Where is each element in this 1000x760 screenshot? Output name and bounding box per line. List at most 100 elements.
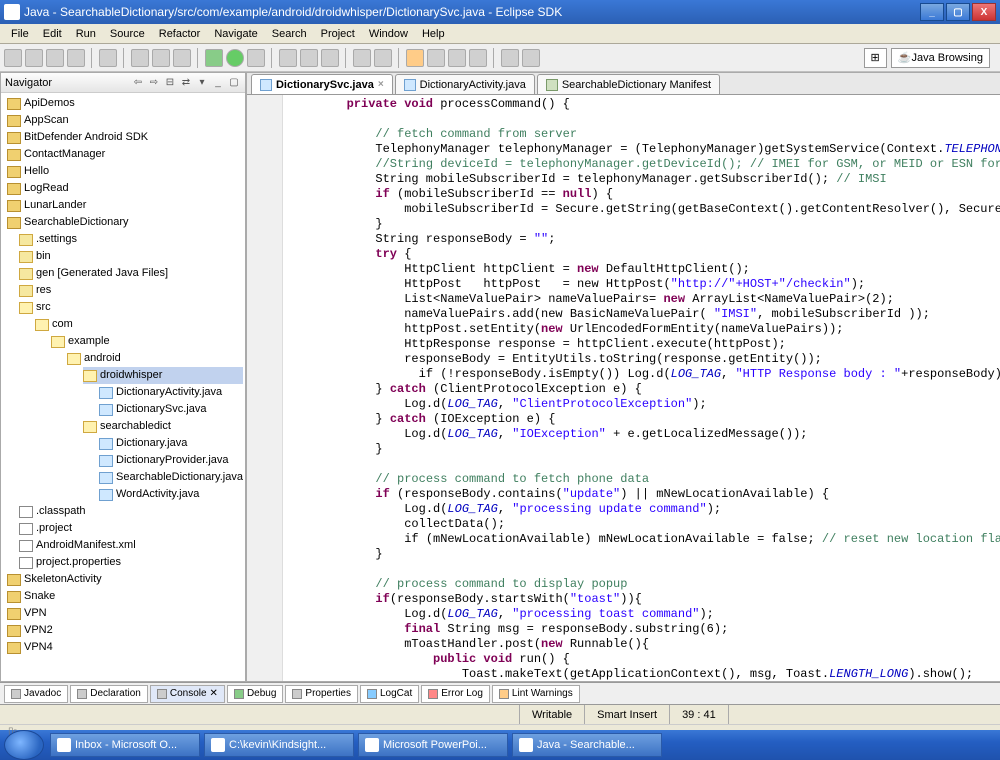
- fwd-history-icon[interactable]: ⇨: [147, 76, 161, 90]
- back-icon[interactable]: [501, 49, 519, 67]
- debug-icon[interactable]: [205, 49, 223, 67]
- menu-search[interactable]: Search: [265, 26, 314, 42]
- java-file[interactable]: DictionarySvc.java: [116, 402, 206, 417]
- debug-icon: [234, 689, 244, 699]
- menu-run[interactable]: Run: [69, 26, 103, 42]
- forward-icon[interactable]: [522, 49, 540, 67]
- view-tab-declaration[interactable]: Declaration: [70, 685, 148, 703]
- project-item[interactable]: VPN: [24, 606, 47, 621]
- menu-file[interactable]: File: [4, 26, 36, 42]
- new-icon[interactable]: [4, 49, 22, 67]
- save-all-icon[interactable]: [46, 49, 64, 67]
- folder-item[interactable]: example: [68, 334, 110, 349]
- menu-edit[interactable]: Edit: [36, 26, 69, 42]
- stop-icon[interactable]: [152, 49, 170, 67]
- main-toolbar: ⊞ ☕ Java Browsing: [0, 44, 1000, 72]
- file-item[interactable]: AndroidManifest.xml: [36, 538, 136, 553]
- project-item[interactable]: Snake: [24, 589, 55, 604]
- run-icon[interactable]: [226, 49, 244, 67]
- view-tab-lint[interactable]: Lint Warnings: [492, 685, 580, 703]
- new-type-icon[interactable]: [300, 49, 318, 67]
- taskbar-item[interactable]: Java - Searchable...: [512, 733, 662, 757]
- menu-window[interactable]: Window: [362, 26, 415, 42]
- project-item[interactable]: VPN4: [24, 640, 53, 655]
- run-last-icon[interactable]: [247, 49, 265, 67]
- view-tab-errorlog[interactable]: Error Log: [421, 685, 490, 703]
- menu-project[interactable]: Project: [314, 26, 362, 42]
- view-tab-debug[interactable]: Debug: [227, 685, 283, 703]
- package-item[interactable]: searchabledict: [100, 419, 171, 434]
- file-item[interactable]: .project: [36, 521, 72, 536]
- new-class-icon[interactable]: [173, 49, 191, 67]
- menu-navigate[interactable]: Navigate: [207, 26, 264, 42]
- close-tab-icon[interactable]: ×: [378, 79, 384, 90]
- editor-tab[interactable]: SearchableDictionary Manifest: [537, 74, 720, 94]
- file-item[interactable]: project.properties: [36, 555, 121, 570]
- menu-source[interactable]: Source: [103, 26, 152, 42]
- project-item-expanded[interactable]: SearchableDictionary: [24, 215, 129, 230]
- toggle-breadcrumb-icon[interactable]: [406, 49, 424, 67]
- project-item[interactable]: ContactManager: [24, 147, 105, 162]
- menu-refactor[interactable]: Refactor: [152, 26, 208, 42]
- menu-help[interactable]: Help: [415, 26, 452, 42]
- block-selection-icon[interactable]: [448, 49, 466, 67]
- device-icon[interactable]: [131, 49, 149, 67]
- project-item[interactable]: SkeletonActivity: [24, 572, 102, 587]
- folder-item[interactable]: res: [36, 283, 51, 298]
- navigator-tree[interactable]: ApiDemos AppScan BitDefender Android SDK…: [1, 93, 245, 681]
- project-item[interactable]: AppScan: [24, 113, 69, 128]
- java-file[interactable]: WordActivity.java: [116, 487, 199, 502]
- back-history-icon[interactable]: ⇦: [131, 76, 145, 90]
- java-file[interactable]: Dictionary.java: [116, 436, 187, 451]
- project-item[interactable]: LogRead: [24, 181, 69, 196]
- java-file[interactable]: DictionaryProvider.java: [116, 453, 229, 468]
- javadoc-icon: [11, 689, 21, 699]
- close-button[interactable]: X: [972, 3, 996, 21]
- show-whitespace-icon[interactable]: [469, 49, 487, 67]
- taskbar-item[interactable]: Inbox - Microsoft O...: [50, 733, 200, 757]
- taskbar-item[interactable]: Microsoft PowerPoi...: [358, 733, 508, 757]
- folder-item[interactable]: bin: [36, 249, 51, 264]
- search-icon[interactable]: [353, 49, 371, 67]
- editor-gutter[interactable]: [247, 95, 283, 681]
- minimize-button[interactable]: _: [920, 3, 944, 21]
- maximize-button[interactable]: ▢: [946, 3, 970, 21]
- project-item[interactable]: VPN2: [24, 623, 53, 638]
- minimize-view-icon[interactable]: _: [211, 76, 225, 90]
- project-item[interactable]: BitDefender Android SDK: [24, 130, 148, 145]
- folder-item[interactable]: com: [52, 317, 73, 332]
- view-menu-icon[interactable]: ▾: [195, 76, 209, 90]
- maximize-view-icon[interactable]: ▢: [227, 76, 241, 90]
- folder-item[interactable]: gen [Generated Java Files]: [36, 266, 168, 281]
- project-item[interactable]: LunarLander: [24, 198, 86, 213]
- source-editor[interactable]: private void private void processCommand…: [283, 95, 1000, 681]
- collapse-all-icon[interactable]: ⊟: [163, 76, 177, 90]
- editor-tab-active[interactable]: DictionarySvc.java×: [251, 74, 393, 94]
- annotate-icon[interactable]: [374, 49, 392, 67]
- file-item[interactable]: .classpath: [36, 504, 86, 519]
- view-tab-logcat[interactable]: LogCat: [360, 685, 419, 703]
- link-editor-icon[interactable]: ⇄: [179, 76, 193, 90]
- view-tab-console[interactable]: Console ✕: [150, 685, 225, 703]
- editor-tab[interactable]: DictionaryActivity.java: [395, 74, 535, 94]
- project-item[interactable]: Hello: [24, 164, 49, 179]
- java-file[interactable]: DictionaryActivity.java: [116, 385, 222, 400]
- new-package-icon[interactable]: [279, 49, 297, 67]
- package-selected[interactable]: droidwhisper: [100, 368, 162, 383]
- save-icon[interactable]: [25, 49, 43, 67]
- print-icon[interactable]: [67, 49, 85, 67]
- mark-occurrences-icon[interactable]: [427, 49, 445, 67]
- project-item[interactable]: ApiDemos: [24, 96, 75, 111]
- open-type-icon[interactable]: [321, 49, 339, 67]
- open-perspective-button[interactable]: ⊞: [864, 48, 887, 68]
- taskbar-item[interactable]: C:\kevin\Kindsight...: [204, 733, 354, 757]
- build-icon[interactable]: [99, 49, 117, 67]
- java-browsing-perspective[interactable]: ☕ Java Browsing: [891, 48, 990, 68]
- folder-item[interactable]: src: [36, 300, 51, 315]
- view-tab-properties[interactable]: Properties: [285, 685, 358, 703]
- view-tab-javadoc[interactable]: Javadoc: [4, 685, 68, 703]
- start-button[interactable]: [4, 730, 44, 760]
- folder-item[interactable]: .settings: [36, 232, 77, 247]
- folder-item[interactable]: android: [84, 351, 121, 366]
- java-file[interactable]: SearchableDictionary.java: [116, 470, 243, 485]
